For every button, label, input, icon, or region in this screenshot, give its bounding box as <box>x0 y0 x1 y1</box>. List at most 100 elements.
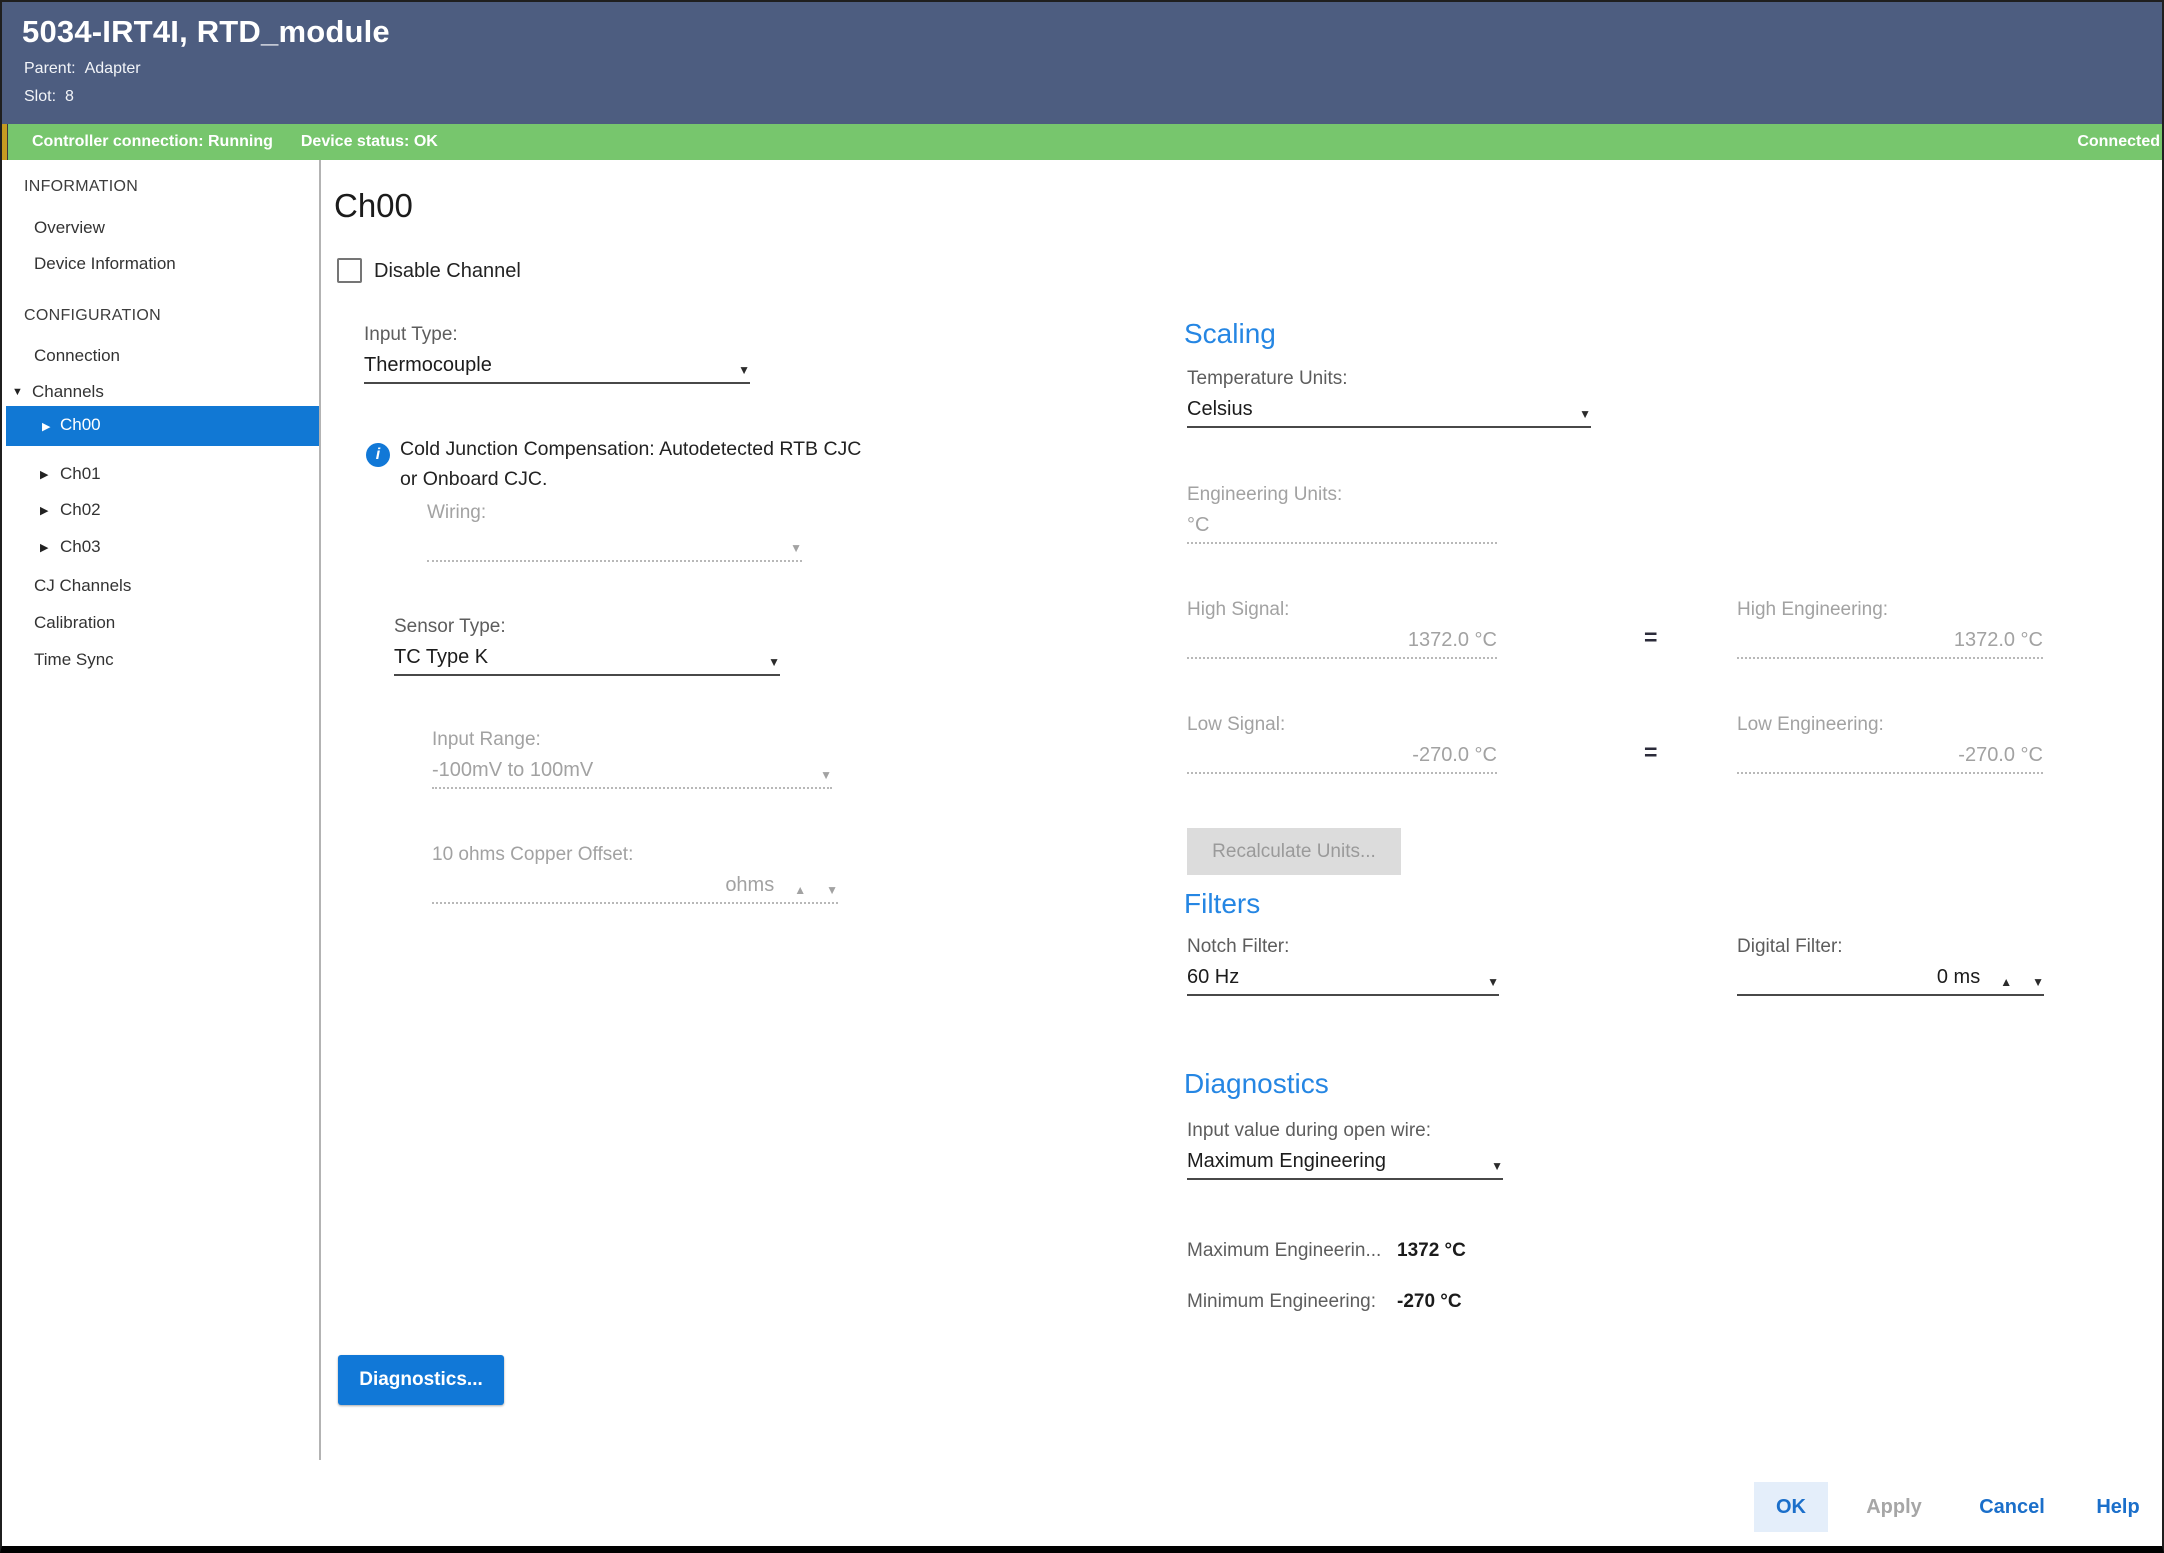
high-engineering-label: High Engineering: <box>1737 599 2043 621</box>
sidebar-item-connection[interactable]: Connection <box>34 346 120 366</box>
device-status: Device status: OK <box>301 133 438 151</box>
notch-filter-label: Notch Filter: <box>1187 936 1499 958</box>
input-type-field: Input Type: Thermocouple ▼ <box>364 324 750 384</box>
diagnostics-button[interactable]: Diagnostics... <box>338 1355 504 1405</box>
status-flag-strip <box>2 124 8 160</box>
open-wire-dropdown[interactable]: Maximum Engineering ▼ <box>1187 1150 1503 1180</box>
tree-collapsed-icon[interactable]: ▶ <box>40 541 48 554</box>
parent-label: Parent: <box>24 60 76 77</box>
status-bar: Controller connection: Running Device st… <box>2 124 2162 160</box>
low-signal-value: -270.0 °C <box>1412 744 1497 767</box>
dropdown-arrow-icon[interactable]: ▼ <box>760 655 780 669</box>
connection-state: Connected <box>2077 133 2160 151</box>
maximum-engineering-label: Maximum Engineerin... <box>1187 1240 1397 1262</box>
dropdown-arrow-icon[interactable]: ▼ <box>1483 1159 1503 1173</box>
high-engineering-input: 1372.0 °C <box>1737 629 2043 659</box>
low-equals-sign: = <box>1644 739 1657 766</box>
help-button[interactable]: Help <box>2082 1482 2154 1532</box>
notch-filter-field: Notch Filter: 60 Hz ▼ <box>1187 936 1499 996</box>
input-type-value: Thermocouple <box>364 354 492 377</box>
temperature-units-label: Temperature Units: <box>1187 368 1591 390</box>
sidebar-item-ch00-label: Ch00 <box>60 415 101 435</box>
recalculate-units-button: Recalculate Units... <box>1187 828 1401 875</box>
input-type-dropdown[interactable]: Thermocouple ▼ <box>364 354 750 384</box>
page-title: Ch00 <box>334 187 413 225</box>
copper-offset-unit: ohms <box>725 874 774 897</box>
sensor-type-label: Sensor Type: <box>394 616 780 638</box>
disable-channel-checkbox[interactable] <box>337 258 362 283</box>
low-signal-field: Low Signal: -270.0 °C <box>1187 714 1497 774</box>
engineering-units-field: Engineering Units: °C <box>1187 484 1497 544</box>
sidebar-item-calibration[interactable]: Calibration <box>34 613 115 633</box>
minimum-engineering-value: -270 °C <box>1397 1291 1462 1313</box>
dropdown-arrow-icon[interactable]: ▼ <box>730 363 750 377</box>
tree-collapsed-icon[interactable]: ▶ <box>42 420 50 433</box>
sidebar-item-cj-channels[interactable]: CJ Channels <box>34 576 131 596</box>
maximum-engineering-value: 1372 °C <box>1397 1240 1466 1262</box>
sidebar-item-ch01[interactable]: ▶ Ch01 <box>60 464 101 484</box>
slot-value: 8 <box>65 88 74 105</box>
tree-collapsed-icon[interactable]: ▶ <box>40 504 48 517</box>
slot-label: Slot: <box>24 88 56 105</box>
sidebar-item-time-sync[interactable]: Time Sync <box>34 650 114 670</box>
sensor-type-dropdown[interactable]: TC Type K ▼ <box>394 646 780 676</box>
high-engineering-field: High Engineering: 1372.0 °C <box>1737 599 2043 659</box>
sidebar-item-ch02-label: Ch02 <box>60 500 101 519</box>
info-icon: i <box>366 443 390 467</box>
sensor-type-value: TC Type K <box>394 646 488 669</box>
high-equals-sign: = <box>1644 624 1657 651</box>
diagnostics-heading: Diagnostics <box>1184 1068 1329 1100</box>
digital-filter-label: Digital Filter: <box>1737 936 2044 958</box>
digital-filter-spinner[interactable]: 0 ms ▲ ▼ <box>1737 966 2044 996</box>
open-wire-label: Input value during open wire: <box>1187 1120 1503 1142</box>
sidebar-item-ch03[interactable]: ▶ Ch03 <box>60 537 101 557</box>
sidebar-item-ch01-label: Ch01 <box>60 464 101 483</box>
scaling-heading: Scaling <box>1184 318 1276 350</box>
engineering-units-label: Engineering Units: <box>1187 484 1497 506</box>
minimum-engineering-row: Minimum Engineering: -270 °C <box>1187 1291 1462 1313</box>
sidebar-header-configuration: CONFIGURATION <box>24 307 161 325</box>
engineering-units-value: °C <box>1187 514 1209 537</box>
high-signal-value: 1372.0 °C <box>1408 629 1497 652</box>
maximum-engineering-row: Maximum Engineerin... 1372 °C <box>1187 1240 1466 1262</box>
spinner-down-icon[interactable]: ▼ <box>2024 975 2044 989</box>
copper-offset-spinner: ohms ▲ ▼ <box>432 874 838 904</box>
copper-offset-field: 10 ohms Copper Offset: ohms ▲ ▼ <box>432 844 838 904</box>
sidebar-divider <box>319 160 321 1460</box>
dropdown-arrow-icon[interactable]: ▼ <box>1479 975 1499 989</box>
low-signal-input: -270.0 °C <box>1187 744 1497 774</box>
spinner-up-icon[interactable]: ▲ <box>1992 975 2012 989</box>
tree-collapsed-icon[interactable]: ▶ <box>40 468 48 481</box>
sidebar-item-device-information[interactable]: Device Information <box>34 254 176 274</box>
low-engineering-label: Low Engineering: <box>1737 714 2043 736</box>
sidebar-item-ch02[interactable]: ▶ Ch02 <box>60 500 101 520</box>
low-engineering-input: -270.0 °C <box>1737 744 2043 774</box>
sidebar-item-channels[interactable]: ▼ Channels <box>32 382 104 402</box>
high-signal-field: High Signal: 1372.0 °C <box>1187 599 1497 659</box>
dropdown-arrow-icon: ▼ <box>782 541 802 555</box>
high-signal-label: High Signal: <box>1187 599 1497 621</box>
temperature-units-dropdown[interactable]: Celsius ▼ <box>1187 398 1591 428</box>
open-wire-value: Maximum Engineering <box>1187 1150 1386 1173</box>
input-range-field: Input Range: -100mV to 100mV ▼ <box>432 729 832 789</box>
wiring-dropdown: ▼ <box>427 532 802 562</box>
disable-channel-label: Disable Channel <box>374 260 521 283</box>
controller-connection-status: Controller connection: Running <box>32 133 273 151</box>
notch-filter-dropdown[interactable]: 60 Hz ▼ <box>1187 966 1499 996</box>
tree-expanded-icon[interactable]: ▼ <box>12 386 23 398</box>
low-engineering-value: -270.0 °C <box>1958 744 2043 767</box>
ok-button[interactable]: OK <box>1754 1482 1828 1532</box>
dropdown-arrow-icon[interactable]: ▼ <box>1571 407 1591 421</box>
sidebar-item-ch00-selected[interactable]: ▶ Ch00 <box>6 406 319 446</box>
sidebar-header-information: INFORMATION <box>24 178 138 196</box>
window-title: 5034-IRT4I, RTD_module <box>22 14 390 50</box>
temperature-units-value: Celsius <box>1187 398 1253 421</box>
minimum-engineering-label: Minimum Engineering: <box>1187 1291 1397 1313</box>
sidebar-item-overview[interactable]: Overview <box>34 218 105 238</box>
low-engineering-field: Low Engineering: -270.0 °C <box>1737 714 2043 774</box>
copper-offset-label: 10 ohms Copper Offset: <box>432 844 838 866</box>
cancel-button[interactable]: Cancel <box>1962 1482 2062 1532</box>
low-signal-label: Low Signal: <box>1187 714 1497 736</box>
digital-filter-value: 0 ms <box>1937 966 1980 989</box>
titlebar: 5034-IRT4I, RTD_module Parent:Adapter Sl… <box>2 2 2162 124</box>
